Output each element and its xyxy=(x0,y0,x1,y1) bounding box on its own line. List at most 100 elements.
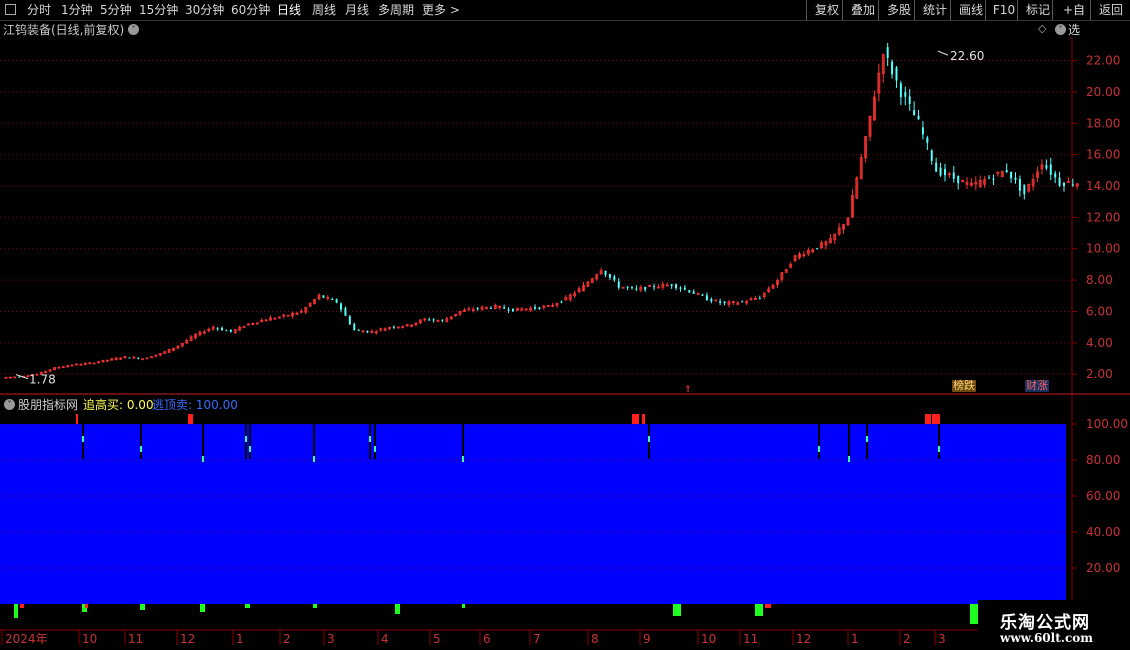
badge-down-rank[interactable]: 榜跌 xyxy=(952,380,976,392)
candle-body xyxy=(392,326,395,328)
period-tab-more[interactable]: 更多 > xyxy=(422,2,460,18)
candle-body xyxy=(432,319,435,321)
candle-body xyxy=(891,61,894,75)
period-tab-multi[interactable]: 多周期 xyxy=(378,2,414,18)
candle-body xyxy=(957,175,960,184)
indicator-label-sell: 逃顶卖: 100.00 xyxy=(152,398,238,412)
indicator-red-mark xyxy=(188,414,193,424)
indicator-green-bar xyxy=(673,604,681,616)
candle-body xyxy=(617,281,620,288)
period-tab-monthly[interactable]: 月线 xyxy=(345,2,369,18)
candle-body xyxy=(225,330,228,332)
price-tick-label: 20.00 xyxy=(1086,85,1120,99)
candle-body xyxy=(1063,182,1065,187)
price-tick-label: 18.00 xyxy=(1086,116,1120,130)
candle-body xyxy=(723,301,726,303)
date-tick-label: 5 xyxy=(433,632,441,646)
price-tick-label: 16.00 xyxy=(1086,148,1120,162)
back-button[interactable]: 返回 xyxy=(1090,0,1130,20)
indicator-red-bar xyxy=(85,604,88,608)
candle-body xyxy=(1049,164,1052,175)
price-tick-label: 6.00 xyxy=(1086,304,1113,318)
indicator-green-bar xyxy=(14,604,18,618)
indicator-signal-mark xyxy=(140,446,142,452)
period-tab-5min[interactable]: 5分钟 xyxy=(100,2,132,18)
candle-body xyxy=(943,168,946,176)
candle-body xyxy=(335,299,338,303)
fuquan-button[interactable]: 复权 xyxy=(806,0,847,20)
price-tick-label: 8.00 xyxy=(1086,273,1113,287)
indicator-signal-mark xyxy=(249,446,251,452)
indicator-menu-icon[interactable]: ˅ xyxy=(4,399,15,410)
candle-body xyxy=(653,286,656,288)
candle-body xyxy=(604,270,607,275)
candle-body xyxy=(635,288,638,290)
period-tab-30min[interactable]: 30分钟 xyxy=(185,2,224,18)
period-tab-1min[interactable]: 1分钟 xyxy=(61,2,93,18)
price-tick-label: 10.00 xyxy=(1086,242,1120,256)
candle-body xyxy=(560,301,563,303)
candle-body xyxy=(688,290,691,293)
candle-body xyxy=(322,295,325,298)
indicator-green-bar xyxy=(313,604,317,608)
candle-body xyxy=(626,286,629,288)
main-chart[interactable]: 22.0020.0018.0016.0014.0012.0010.008.006… xyxy=(0,0,1130,650)
diamond-icon[interactable]: ◇ xyxy=(1038,22,1046,35)
candle-body xyxy=(904,92,907,97)
high-price-label: 22.60 xyxy=(950,49,984,63)
period-tab-15min[interactable]: 15分钟 xyxy=(139,2,178,18)
period-tab-60min[interactable]: 60分钟 xyxy=(231,2,270,18)
indicator-name: 股朋指标网 xyxy=(18,398,79,412)
period-tab-daily[interactable]: 日线 xyxy=(277,2,301,18)
candle-body xyxy=(608,274,611,278)
indicator-signal-mark xyxy=(818,446,820,452)
overlay-button[interactable]: 叠加 xyxy=(842,0,883,20)
candle-body xyxy=(886,47,889,58)
candle-body xyxy=(935,162,938,172)
candle-body xyxy=(428,319,431,321)
indicator-signal-gap xyxy=(374,424,376,459)
stats-button[interactable]: 统计 xyxy=(914,0,955,20)
candle-body xyxy=(758,298,761,300)
indicator-signal-mark xyxy=(202,456,204,462)
candle-body xyxy=(489,307,492,309)
candle-body xyxy=(132,356,136,359)
indicator-signal-mark xyxy=(313,456,315,462)
indicator-tick-label: 80.00 xyxy=(1086,453,1120,467)
candle-body xyxy=(145,357,149,360)
badge-fin-up[interactable]: 财涨 xyxy=(1025,380,1049,392)
watermark-url: www.60lt.com xyxy=(1000,631,1093,645)
candle-body xyxy=(930,150,933,161)
date-tick-label: 2024年 xyxy=(5,632,48,646)
candle-body xyxy=(137,357,140,359)
period-tab-fenshi[interactable]: 分时 xyxy=(27,2,51,18)
candle-body xyxy=(476,308,479,310)
date-tick-label: 7 xyxy=(533,632,541,646)
indicator-signal-mark xyxy=(848,456,850,462)
candle-body xyxy=(348,316,351,325)
date-tick-label: 2 xyxy=(283,632,291,646)
candle-body xyxy=(816,248,819,250)
indicator-red-mark xyxy=(932,414,940,424)
indicator-signal-mark xyxy=(938,446,940,452)
date-tick-label: 12 xyxy=(796,632,811,646)
candle-body xyxy=(1058,177,1061,186)
candle-body xyxy=(917,115,920,120)
chevron-down-icon[interactable]: ˅ xyxy=(128,24,139,35)
candle-body xyxy=(229,329,232,332)
add-watchlist-button[interactable]: +自选 xyxy=(1052,0,1095,37)
period-tab-weekly[interactable]: 周线 xyxy=(312,2,336,18)
indicator-signal-mark xyxy=(462,456,464,462)
multi-stock-button[interactable]: 多股 xyxy=(878,0,919,20)
window-square-icon[interactable] xyxy=(5,4,16,15)
candle-body xyxy=(141,358,145,361)
period-toolbar: 分时 1分钟 5分钟 15分钟 30分钟 60分钟 日线 周线 月线 多周期 更… xyxy=(0,0,1130,37)
candle-body xyxy=(683,287,686,290)
chevron-down-icon[interactable]: ˅ xyxy=(1055,24,1066,35)
indicator-red-mark xyxy=(76,414,78,424)
candle-body xyxy=(128,357,131,359)
event-arrow-icon[interactable]: ⇑ xyxy=(684,385,692,395)
candle-body xyxy=(503,307,506,309)
candle-body xyxy=(705,295,708,301)
indicator-signal-mark xyxy=(866,436,868,442)
